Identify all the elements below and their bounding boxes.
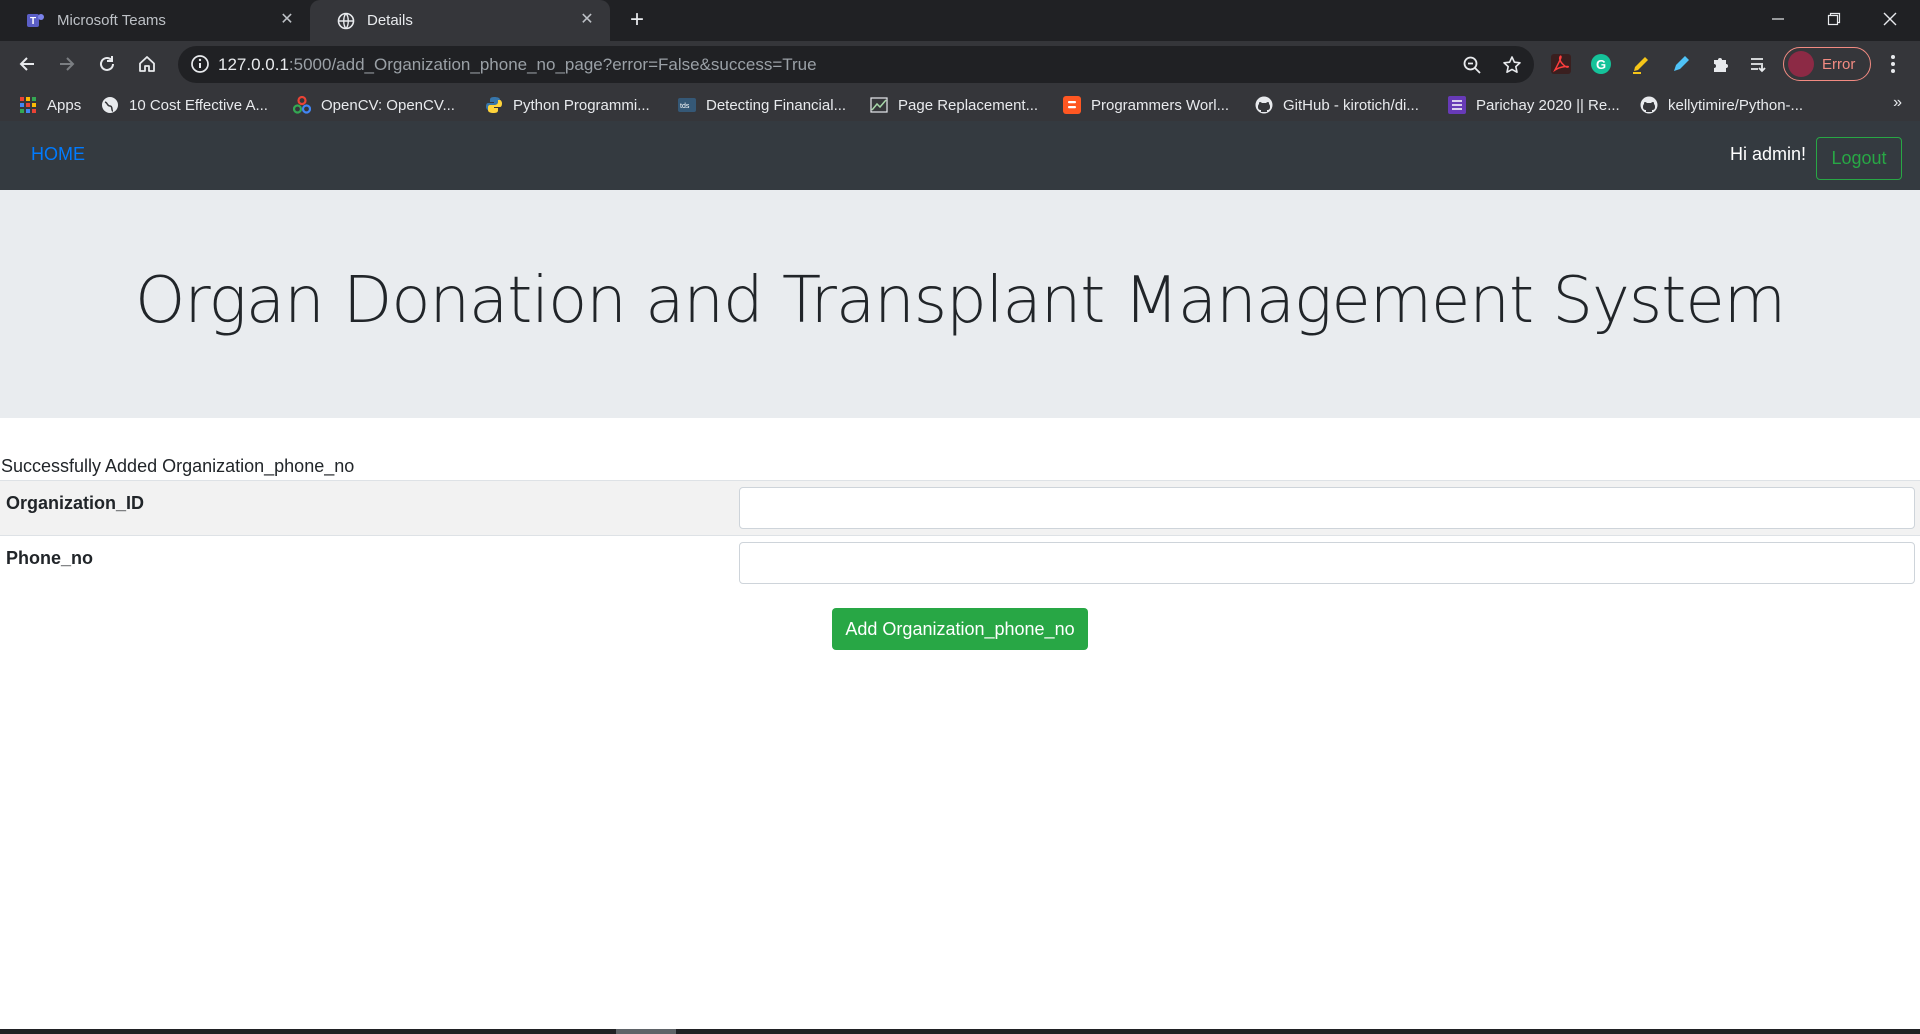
profile-button[interactable]: Error <box>1783 47 1871 81</box>
avatar <box>1788 51 1814 77</box>
extensions-puzzle-icon[interactable] <box>1708 51 1734 77</box>
back-button[interactable] <box>12 49 42 79</box>
form-row-phone-no: Phone_no <box>0 535 1920 589</box>
minimize-icon <box>1772 18 1784 20</box>
bookmark-item[interactable]: Python Programmi... <box>485 93 650 117</box>
jumbotron: Organ Donation and Transplant Management… <box>0 190 1920 418</box>
svg-text:G: G <box>1596 57 1606 72</box>
greeting-text: Hi admin! <box>1729 144 1806 164</box>
bookmark-item[interactable]: Parichay 2020 || Re... <box>1448 93 1620 117</box>
bookmark-item[interactable]: Programmers Worl... <box>1063 93 1229 117</box>
bookmarks-bar: Apps 10 Cost Effective A... OpenCV: Open… <box>0 88 1920 121</box>
bookmark-label: kellytimire/Python-... <box>1668 96 1804 114</box>
tab-details[interactable]: Details ✕ <box>310 0 610 41</box>
page-title: Organ Donation and Transplant Management… <box>134 264 1786 338</box>
browser-tab-strip: T Microsoft Teams ✕ Details ✕ + <box>0 0 1920 41</box>
github-icon <box>1640 96 1658 114</box>
bookmark-item[interactable]: kellytimire/Python-... <box>1640 93 1803 117</box>
url-path: :5000/add_Organization_phone_no_page?err… <box>288 55 817 74</box>
blogger-icon <box>1063 96 1081 114</box>
bookmark-item[interactable]: OpenCV: OpenCV... <box>293 93 455 117</box>
organization-id-input[interactable] <box>739 487 1915 529</box>
phone-no-input[interactable] <box>739 542 1915 584</box>
highlighter-extension-icon[interactable] <box>1628 51 1654 77</box>
tab-label: Microsoft Teams <box>57 12 166 29</box>
tab-label: Details <box>367 12 413 29</box>
home-link[interactable]: HOME <box>31 144 85 165</box>
close-window-button[interactable] <box>1862 0 1918 38</box>
arrow-left-icon <box>19 57 34 71</box>
close-tab-icon[interactable]: ✕ <box>278 11 296 29</box>
home-icon <box>139 56 155 72</box>
globe-icon <box>336 11 355 30</box>
bookmark-label: Apps <box>47 96 82 114</box>
browser-toolbar: 127.0.0.1:5000/add_Organization_phone_no… <box>0 41 1920 88</box>
reload-icon <box>100 56 114 71</box>
zoom-icon[interactable] <box>1461 54 1483 76</box>
restore-button[interactable] <box>1806 0 1862 38</box>
minimize-button[interactable] <box>1750 0 1806 38</box>
organization-id-label: Organization_ID <box>6 493 145 513</box>
site-navbar: HOME Hi admin! Logout <box>0 121 1920 190</box>
chevron-double-right-icon[interactable]: » <box>1893 94 1902 112</box>
horizontal-scrollbar[interactable] <box>0 1029 1920 1034</box>
bookmark-label: Python Programmi... <box>513 96 650 114</box>
tds-icon: tds <box>678 96 696 114</box>
bookmark-item[interactable]: 10 Cost Effective A... <box>101 93 268 117</box>
bookmark-label: Programmers Worl... <box>1091 96 1230 114</box>
list-icon <box>1448 96 1466 114</box>
svg-text:T: T <box>30 16 36 27</box>
reading-list-icon[interactable] <box>1746 51 1772 77</box>
url-host: 127.0.0.1 <box>218 55 289 74</box>
close-icon <box>1883 12 1897 26</box>
bookmark-label: Parichay 2020 || Re... <box>1476 96 1620 114</box>
page-content: HOME Hi admin! Logout Organ Donation and… <box>0 121 1920 1034</box>
acrobat-extension-icon[interactable] <box>1548 51 1574 77</box>
apps-grid-icon <box>19 96 37 114</box>
home-button[interactable] <box>132 49 162 79</box>
new-tab-button[interactable]: + <box>624 8 650 34</box>
bookmark-item[interactable]: GitHub - kirotich/di... <box>1255 93 1419 117</box>
tab-microsoft-teams[interactable]: T Microsoft Teams ✕ <box>0 0 310 41</box>
globe-dark-icon <box>101 96 119 114</box>
add-organization-phone-button[interactable]: Add Organization_phone_no <box>832 608 1088 650</box>
restore-icon <box>1827 12 1841 26</box>
scrollbar-thumb[interactable] <box>616 1029 676 1034</box>
address-bar[interactable]: 127.0.0.1:5000/add_Organization_phone_no… <box>178 46 1534 83</box>
chart-icon <box>870 96 888 114</box>
bookmark-apps[interactable]: Apps <box>19 93 81 117</box>
forward-button[interactable] <box>52 49 82 79</box>
form-row-organization-id: Organization_ID <box>0 480 1920 535</box>
phone-no-label: Phone_no <box>6 548 94 568</box>
menu-kebab-icon[interactable] <box>1880 51 1906 77</box>
bookmark-label: Page Replacement... <box>898 96 1039 114</box>
opencv-icon <box>293 96 311 114</box>
site-info-icon[interactable] <box>190 54 210 79</box>
python-icon <box>485 96 503 114</box>
bookmark-star-icon[interactable] <box>1501 54 1523 76</box>
bookmark-item[interactable]: Page Replacement... <box>870 93 1038 117</box>
reload-button[interactable] <box>92 49 122 79</box>
grammarly-extension-icon[interactable]: G <box>1588 51 1614 77</box>
github-icon <box>1255 96 1273 114</box>
svg-text:tds: tds <box>680 103 690 110</box>
bookmark-label: OpenCV: OpenCV... <box>321 96 455 114</box>
bookmark-label: Detecting Financial... <box>706 96 847 114</box>
close-tab-icon[interactable]: ✕ <box>578 11 596 29</box>
url-text: 127.0.0.1:5000/add_Organization_phone_no… <box>218 55 817 75</box>
logout-button[interactable]: Logout <box>1816 137 1902 180</box>
pen-extension-icon[interactable] <box>1668 51 1694 77</box>
arrow-right-icon <box>60 57 75 71</box>
bookmark-label: 10 Cost Effective A... <box>129 96 268 114</box>
profile-label: Error <box>1822 55 1856 73</box>
success-message: Successfully Added Organization_phone_no <box>1 456 355 476</box>
bookmark-label: GitHub - kirotich/di... <box>1283 96 1419 114</box>
bookmark-item[interactable]: tds Detecting Financial... <box>678 93 846 117</box>
teams-icon: T <box>26 11 45 30</box>
